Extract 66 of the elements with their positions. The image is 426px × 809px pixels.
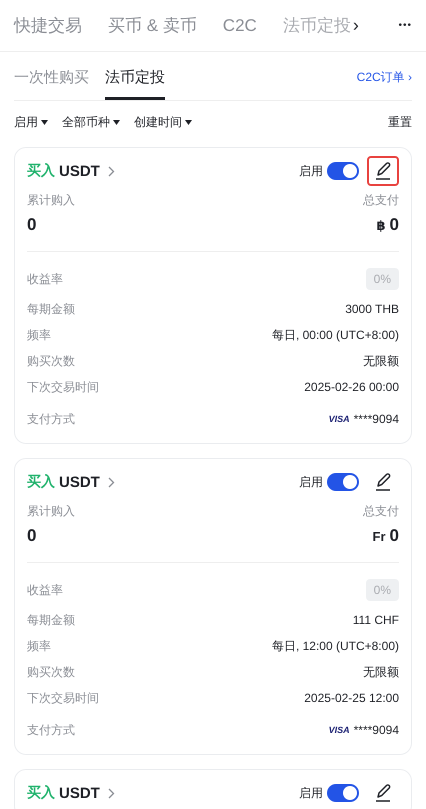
buy-label: 买入: [27, 784, 55, 802]
caret-icon: [41, 120, 48, 124]
field-label: 下次交易时间: [27, 690, 99, 706]
field-value: 2025-02-26 00:00: [304, 380, 399, 394]
stat-label: 总支付: [363, 192, 399, 209]
reset-button[interactable]: 重置: [388, 114, 412, 130]
filter-dropdown[interactable]: 启用: [14, 114, 48, 130]
field-label: 支付方式: [27, 722, 75, 738]
enable-toggle[interactable]: [327, 784, 359, 802]
filter-dropdown[interactable]: 创建时间: [134, 114, 192, 130]
field-value: 无限额: [363, 352, 399, 370]
chevron-right-icon[interactable]: [108, 476, 115, 488]
currency-symbol: ฿: [376, 218, 386, 234]
rate-badge: 0%: [366, 579, 399, 601]
field-value: 每日, 12:00 (UTC+8:00): [272, 638, 399, 654]
stat-value: 0: [390, 215, 399, 235]
buy-label: 买入: [27, 162, 55, 180]
field-label: 购买次数: [27, 664, 75, 680]
currency-symbol: Fr: [372, 529, 386, 544]
chevron-right-icon[interactable]: [108, 166, 115, 176]
field-label: 购买次数: [27, 352, 75, 370]
field-label: 收益率: [27, 582, 63, 598]
pencil-icon: [373, 783, 393, 803]
stat-value: 0: [390, 526, 399, 546]
edit-button[interactable]: [367, 156, 399, 186]
more-tabs-arrow[interactable]: ›: [352, 15, 359, 36]
filter-dropdown[interactable]: 全部币种: [62, 114, 120, 130]
asset-name: USDT: [59, 162, 100, 180]
pencil-icon: [373, 472, 393, 492]
field-label: 频率: [27, 638, 51, 654]
asset-name: USDT: [59, 474, 100, 490]
field-label: 每期金额: [27, 612, 75, 628]
buy-label: 买入: [27, 473, 55, 491]
field-label: 每期金额: [27, 300, 75, 318]
toggle-label: 启用: [299, 784, 323, 802]
enable-toggle[interactable]: [327, 162, 359, 180]
sub-tab[interactable]: 法币定投: [105, 68, 165, 100]
field-label: 频率: [27, 326, 51, 344]
stat-value: 0: [27, 215, 38, 235]
card-number: ****9094: [354, 723, 399, 737]
chevron-right-icon[interactable]: [108, 788, 115, 798]
toggle-label: 启用: [299, 162, 323, 180]
card-number: ****9094: [354, 412, 399, 426]
field-label: 下次交易时间: [27, 378, 99, 396]
field-label: 支付方式: [27, 410, 75, 428]
field-value: 3000 THB: [345, 302, 399, 316]
field-value: 2025-02-25 12:00: [304, 691, 399, 705]
stat-label: 累计购入: [27, 192, 75, 209]
field-value: 每日, 00:00 (UTC+8:00): [272, 326, 399, 344]
asset-name: USDT: [59, 784, 100, 802]
field-value: 111 CHF: [352, 613, 399, 627]
stat-value: 0: [27, 526, 38, 546]
enable-toggle[interactable]: [327, 473, 359, 491]
card-brand-logo: VISA: [328, 414, 350, 424]
caret-icon: [113, 120, 120, 124]
field-label: 收益率: [27, 270, 63, 288]
toggle-label: 启用: [299, 474, 323, 490]
rate-badge: 0%: [366, 268, 399, 290]
stat-label: 累计购入: [27, 503, 75, 520]
caret-icon: [185, 120, 192, 124]
orders-link[interactable]: C2C订单 ›: [356, 69, 412, 100]
pencil-icon: [373, 161, 393, 181]
stat-label: 总支付: [363, 503, 399, 520]
card-brand-logo: VISA: [328, 725, 350, 735]
field-value: 无限额: [363, 664, 399, 680]
menu-button[interactable]: •••: [398, 20, 412, 31]
